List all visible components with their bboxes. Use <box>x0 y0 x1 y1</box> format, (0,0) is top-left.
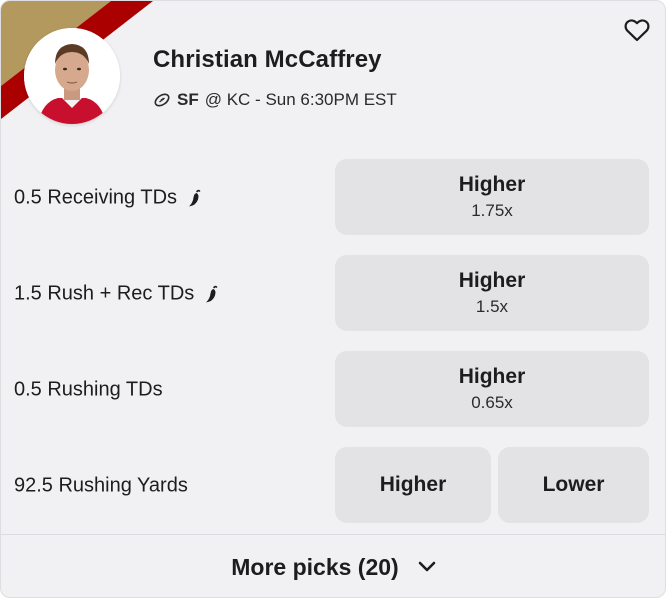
more-picks-label: More picks (20) <box>231 553 399 580</box>
prop-label: 92.5 Rushing Yards <box>14 474 188 497</box>
multiplier: 0.65x <box>471 393 513 412</box>
more-picks-button[interactable]: More picks (20) <box>1 534 665 597</box>
game-info: SF @ KC - Sun 6:30PM EST <box>153 90 397 110</box>
favorite-button[interactable] <box>623 16 651 44</box>
higher-button[interactable]: Higher 0.65x <box>335 351 649 427</box>
higher-label: Higher <box>458 365 526 388</box>
lower-button[interactable]: Lower <box>498 447 649 523</box>
prop-row: 0.5 Receiving TDs Higher 1.75x <box>1 159 665 237</box>
multiplier: 1.75x <box>471 201 513 220</box>
football-icon <box>154 93 170 107</box>
chevron-down-icon <box>418 561 436 572</box>
higher-button[interactable]: Higher 1.5x <box>335 255 649 331</box>
chili-icon <box>189 189 201 206</box>
higher-label: Higher <box>458 173 526 196</box>
team-abbreviation: SF <box>177 90 199 109</box>
higher-button[interactable]: Higher 1.75x <box>335 159 649 235</box>
prop-label: 0.5 Rushing TDs <box>14 378 163 401</box>
higher-label: Higher <box>458 269 526 292</box>
prop-row: 1.5 Rush + Rec TDs Higher 1.5x <box>1 255 665 333</box>
multiplier: 1.5x <box>475 297 509 316</box>
player-name: Christian McCaffrey <box>153 46 382 73</box>
higher-label: Higher <box>379 473 447 496</box>
player-headshot <box>24 28 120 124</box>
prop-row: 0.5 Rushing TDs Higher 0.65x <box>1 351 665 429</box>
prop-label: 0.5 Receiving TDs <box>14 186 178 209</box>
heart-outline-icon <box>624 19 650 42</box>
matchup-text: @ KC - Sun 6:30PM EST <box>204 90 397 109</box>
higher-button[interactable]: Higher <box>335 447 491 523</box>
player-pick-card: Christian McCaffrey SF @ KC - Sun 6:30PM… <box>0 0 666 598</box>
prop-label: 1.5 Rush + Rec TDs <box>14 282 195 305</box>
lower-label: Lower <box>542 473 605 496</box>
chili-icon <box>206 285 218 302</box>
prop-row: 92.5 Rushing Yards Higher Lower <box>1 447 665 525</box>
